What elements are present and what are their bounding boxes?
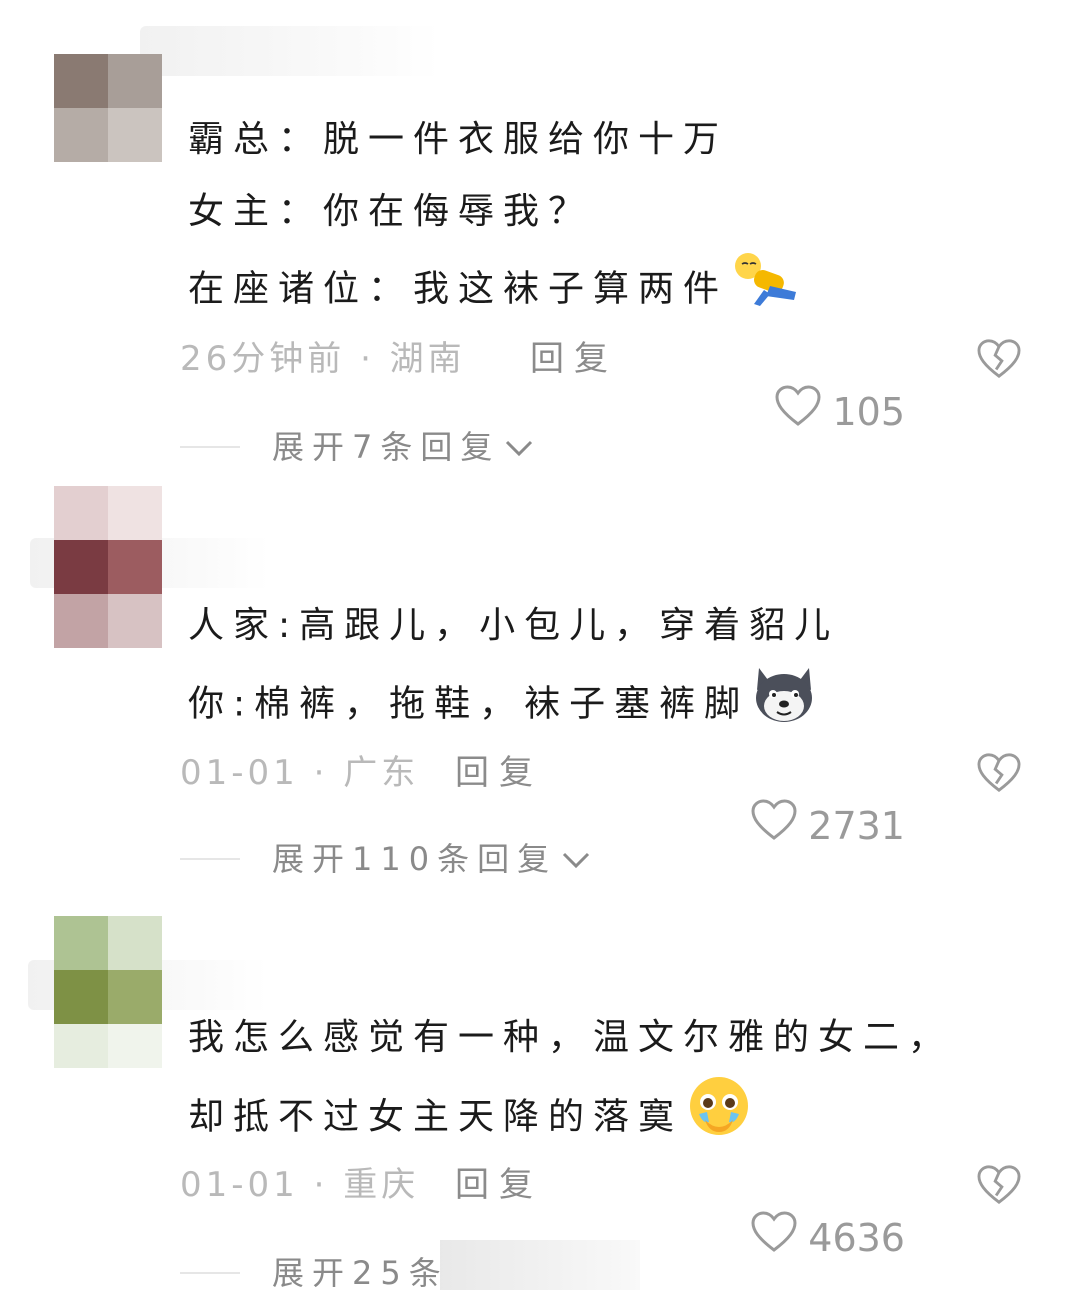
chevron-down-icon <box>504 422 534 472</box>
comment-text-line: 却抵不过女主天降的落寞 <box>188 1096 684 1138</box>
like-button[interactable]: 105 <box>774 384 905 440</box>
reply-button[interactable]: 回复 <box>455 748 543 798</box>
like-count: 4636 <box>808 1216 905 1260</box>
pleading-face-emoji <box>685 1074 753 1163</box>
divider <box>180 858 240 860</box>
expand-replies-label: 展开25条 <box>272 1254 449 1292</box>
comment-text-line: 我怎么感觉有一种，温文尔雅的女二， <box>188 1017 954 1058</box>
like-button[interactable]: 4636 <box>750 1210 905 1266</box>
lying-down-emoji <box>730 248 802 333</box>
comment-text-line: 你:棉裤，拖鞋，袜子塞裤脚 <box>188 683 750 725</box>
avatar[interactable] <box>54 54 162 162</box>
broken-heart-icon[interactable] <box>976 338 1022 394</box>
comment-text-line: 女主：你在侮辱我？ <box>188 191 594 232</box>
reply-button[interactable]: 回复 <box>530 334 618 384</box>
comment-time-location: 01-01 · 重庆 <box>180 1165 420 1205</box>
expand-replies-button[interactable]: 展开25条 <box>180 1248 449 1298</box>
like-count: 2731 <box>808 804 905 848</box>
watermark-blur <box>440 1240 640 1290</box>
comment-text-line: 人家:高跟儿，小包儿，穿着貂儿 <box>188 605 840 646</box>
comment-time-location: 26分钟前 · 湖南 <box>180 339 466 379</box>
comment-text-line: 霸总：脱一件衣服给你十万 <box>188 119 729 160</box>
heart-icon <box>750 1210 798 1266</box>
reply-button[interactable]: 回复 <box>455 1160 543 1210</box>
comment-text-line: 在座诸位：我这袜子算两件 <box>188 268 729 310</box>
chevron-down-icon <box>561 834 591 884</box>
expand-replies-label: 展开110条回复 <box>272 840 558 878</box>
broken-heart-icon[interactable] <box>976 1164 1022 1220</box>
expand-replies-button[interactable]: 展开7条回复 <box>180 422 534 472</box>
divider <box>180 1272 240 1274</box>
divider <box>180 446 240 448</box>
expand-replies-label: 展开7条回复 <box>272 428 501 466</box>
heart-icon <box>774 384 822 440</box>
husky-dog-emoji <box>751 662 817 749</box>
like-count: 105 <box>832 390 905 434</box>
avatar-lower <box>54 1024 162 1068</box>
avatar[interactable] <box>54 916 162 1024</box>
heart-icon <box>750 798 798 854</box>
broken-heart-icon[interactable] <box>976 752 1022 808</box>
avatar[interactable] <box>54 486 162 594</box>
avatar-lower <box>54 594 162 648</box>
expand-replies-button[interactable]: 展开110条回复 <box>180 834 591 884</box>
like-button[interactable]: 2731 <box>750 798 905 854</box>
comment-time-location: 01-01 · 广东 <box>180 753 420 793</box>
username-blur <box>140 26 440 76</box>
